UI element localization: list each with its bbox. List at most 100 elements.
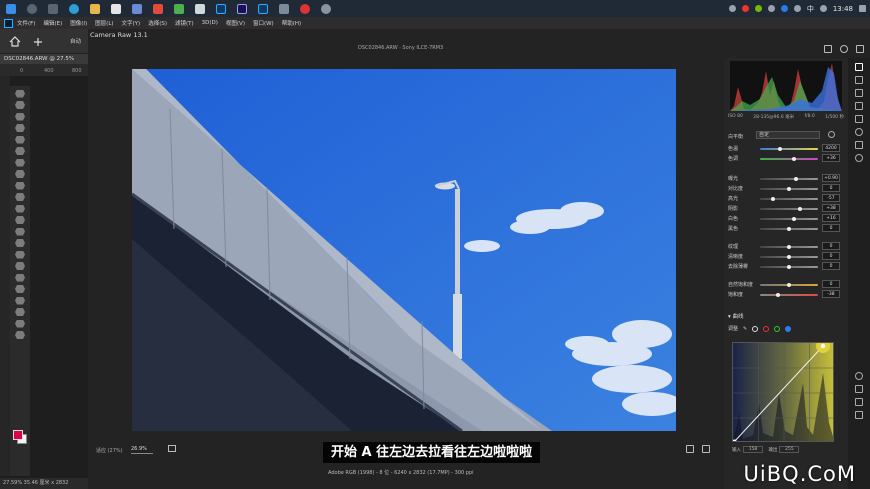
more-tools-icon[interactable] [15, 331, 25, 339]
compare-icon[interactable] [702, 445, 710, 453]
slider-value-field[interactable]: -38 [822, 290, 840, 298]
slider-thumb[interactable] [787, 255, 791, 259]
zoom-fit-label[interactable]: 适应 (27%) [96, 447, 123, 454]
slider-thumb[interactable] [791, 157, 796, 161]
path-select-tool-icon[interactable] [15, 285, 25, 293]
slider-thumb[interactable] [778, 147, 783, 151]
zoom-tool-icon[interactable] [15, 319, 25, 328]
slider-track[interactable] [760, 147, 818, 151]
brush-tool-icon[interactable] [15, 181, 25, 190]
gradient-icon[interactable] [855, 115, 863, 123]
record-icon[interactable] [299, 3, 310, 14]
slider-track[interactable] [760, 293, 818, 297]
slider-thumb[interactable] [791, 217, 796, 221]
wifi-icon[interactable] [793, 5, 801, 12]
eyedropper-icon[interactable] [828, 131, 835, 138]
app-icon[interactable] [194, 3, 205, 14]
fullscreen-icon[interactable] [856, 45, 864, 53]
store-icon[interactable] [110, 3, 121, 14]
slider-thumb[interactable] [770, 197, 775, 201]
eraser-tool-icon[interactable] [15, 216, 25, 224]
slider-thumb[interactable] [798, 207, 803, 211]
slider-track[interactable] [760, 207, 818, 211]
zoom-select[interactable]: 26.9% [131, 444, 153, 454]
lasso-tool-icon[interactable] [15, 112, 25, 121]
healing-icon[interactable] [855, 89, 863, 97]
eyedropper-tool-icon[interactable] [15, 158, 25, 167]
menu-select[interactable]: 选择(S) [148, 19, 167, 27]
workflow-options-link[interactable]: Adobe RGB (1998) - 8 位 - 6240 x 2832 (17… [328, 469, 474, 476]
crop-icon[interactable] [855, 76, 863, 84]
white-balance-select[interactable]: 自定 [756, 131, 820, 139]
move-tool-icon[interactable] [15, 89, 25, 98]
menu-window[interactable]: 窗口(W) [253, 19, 274, 27]
stamp-tool-icon[interactable] [15, 193, 25, 201]
slider-track[interactable] [760, 265, 818, 269]
slider-value-field[interactable]: 0 [822, 252, 840, 260]
slider-value-field[interactable]: +38 [822, 204, 840, 212]
app-icon[interactable] [152, 3, 163, 14]
move-icon[interactable] [34, 38, 42, 46]
slider-value-field[interactable]: 0 [822, 224, 840, 232]
menu-filter[interactable]: 滤镜(T) [175, 19, 194, 27]
crop-tool-icon[interactable] [15, 135, 25, 144]
app-tray-icon[interactable] [819, 5, 827, 12]
slider-value-field[interactable]: +36 [822, 154, 840, 162]
edge-icon[interactable] [68, 3, 79, 14]
settings-icon[interactable] [840, 45, 848, 53]
red-eye-icon[interactable] [855, 141, 863, 149]
radial-filter-icon[interactable] [855, 128, 863, 136]
notification-icon[interactable] [859, 5, 866, 12]
slider-value-field[interactable]: +16 [822, 214, 840, 222]
color-sampler-icon[interactable] [855, 398, 863, 406]
slider-track[interactable] [760, 217, 818, 221]
type-tool-icon[interactable] [15, 273, 25, 282]
app-icon[interactable] [131, 3, 142, 14]
auto-select-label[interactable]: 自动 [70, 37, 81, 45]
curve-channel-green[interactable] [774, 325, 781, 332]
magic-wand-tool-icon[interactable] [15, 124, 25, 132]
slider-thumb[interactable] [787, 265, 791, 269]
menu-help[interactable]: 帮助(H) [282, 19, 301, 27]
photoshop-taskbar-icon[interactable] [215, 3, 226, 14]
foreground-color-swatch[interactable] [13, 430, 23, 440]
toggle-overlay-icon[interactable] [855, 411, 863, 419]
slider-track[interactable] [760, 197, 818, 201]
curve-input-field[interactable]: 158 [743, 446, 763, 453]
healing-tool-icon[interactable] [15, 170, 25, 178]
tone-curve-editor[interactable] [732, 342, 834, 442]
volume-icon[interactable] [728, 5, 736, 12]
ime-indicator[interactable]: 中 [807, 4, 814, 14]
bluetooth-icon[interactable] [780, 5, 788, 12]
slider-value-field[interactable]: 0 [822, 184, 840, 192]
history-brush-tool-icon[interactable] [15, 204, 25, 213]
slider-track[interactable] [760, 255, 818, 259]
menu-type[interactable]: 文字(Y) [122, 19, 141, 27]
document-tab[interactable]: DSC02846.ARW @ 27.5% [0, 54, 88, 64]
slider-value-field[interactable]: +0.90 [822, 174, 840, 182]
brush-icon[interactable] [855, 102, 863, 110]
save-icon[interactable] [824, 45, 832, 53]
gradient-tool-icon[interactable] [15, 227, 25, 236]
menu-view[interactable]: 视图(V) [226, 19, 245, 27]
photo-preview[interactable] [132, 69, 676, 431]
presets-icon[interactable] [855, 154, 863, 162]
dodge-tool-icon[interactable] [15, 250, 25, 259]
blur-tool-icon[interactable] [15, 239, 25, 247]
slider-value-field[interactable]: 0 [822, 262, 840, 270]
home-icon[interactable] [9, 36, 21, 47]
task-view-icon[interactable] [47, 3, 58, 14]
frame-tool-icon[interactable] [15, 147, 25, 155]
slider-track[interactable] [760, 245, 818, 249]
slider-track[interactable] [760, 157, 818, 161]
curve-channel-blue[interactable] [785, 325, 792, 332]
marquee-tool-icon[interactable] [15, 101, 25, 109]
curve-pen-icon[interactable]: ✎ [743, 326, 747, 332]
curve-channel-rgb[interactable] [752, 325, 759, 332]
menu-edit[interactable]: 编辑(E) [43, 19, 62, 27]
slider-track[interactable] [760, 227, 818, 231]
nvidia-icon[interactable] [754, 5, 762, 12]
slider-thumb[interactable] [787, 283, 791, 287]
file-explorer-icon[interactable] [89, 3, 100, 14]
search-icon[interactable] [26, 3, 37, 14]
